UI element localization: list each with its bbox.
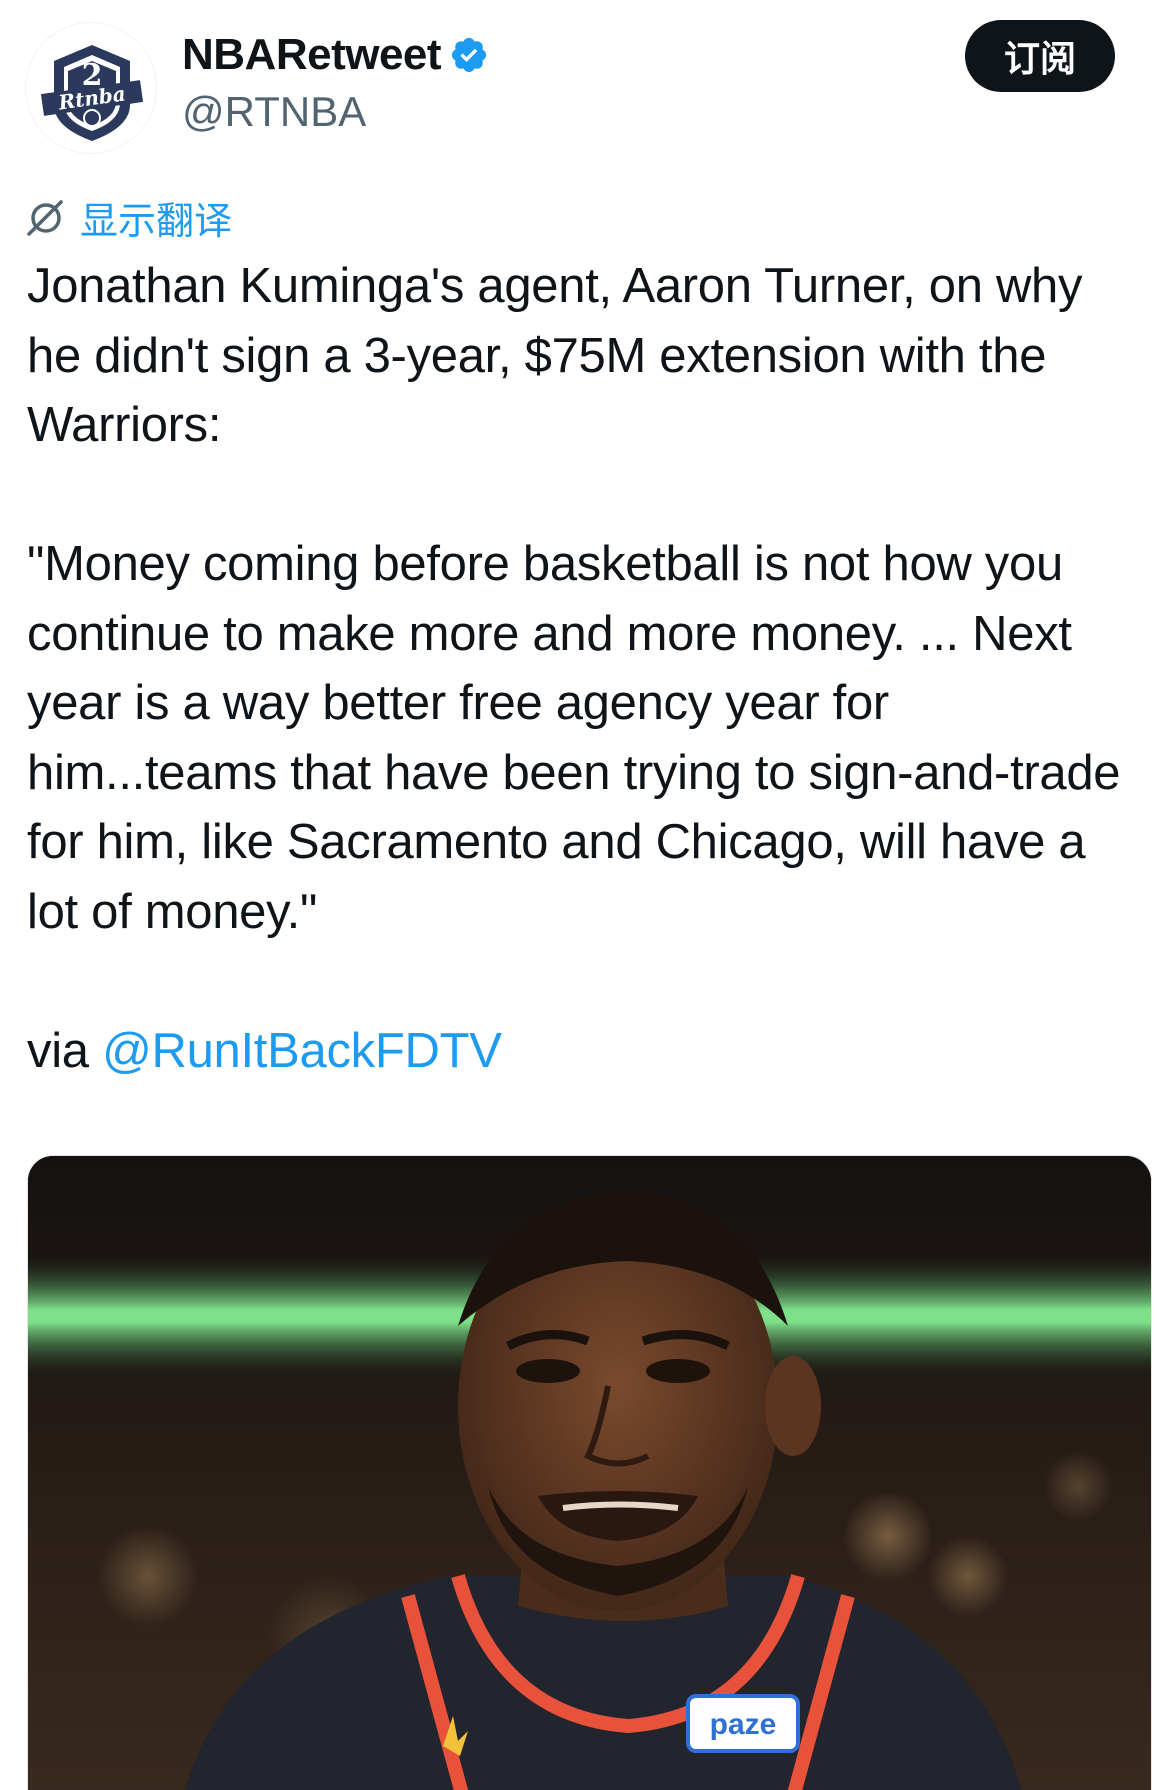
mention-link[interactable]: @RunItBackFDTV [102, 1024, 502, 1078]
tweet-via-line: via @RunItBackFDTV [27, 1017, 1142, 1087]
translate-label: 显示翻译 [80, 199, 233, 243]
account-handle[interactable]: @RTNBA [182, 88, 366, 136]
player-photo: paze [28, 1156, 1151, 1790]
avatar[interactable]: 2 Rtnba [25, 22, 157, 154]
name-row: NBARetweet [182, 30, 489, 80]
tweet-paragraph-quote: "Money coming before basketball is not h… [27, 537, 1121, 939]
tweet-paragraph-intro: Jonathan Kuminga's agent, Aaron Turner, … [27, 259, 1083, 452]
translate-icon [27, 199, 63, 236]
display-name[interactable]: NBARetweet [182, 30, 442, 80]
show-translation-link[interactable]: 显示翻译 [24, 190, 232, 245]
tweet-header: 2 Rtnba NBARetweet @RTNBA 订阅 [0, 0, 1157, 160]
jersey-sponsor-text: paze [710, 1708, 777, 1741]
tweet-text: Jonathan Kuminga's agent, Aaron Turner, … [27, 252, 1142, 1086]
verified-badge-icon [451, 37, 487, 73]
via-prefix: via [27, 1023, 103, 1078]
tweet-media-photo[interactable]: paze [27, 1155, 1152, 1790]
subscribe-button[interactable]: 订阅 [965, 20, 1115, 92]
rtnba-logo: 2 Rtnba [26, 23, 156, 153]
